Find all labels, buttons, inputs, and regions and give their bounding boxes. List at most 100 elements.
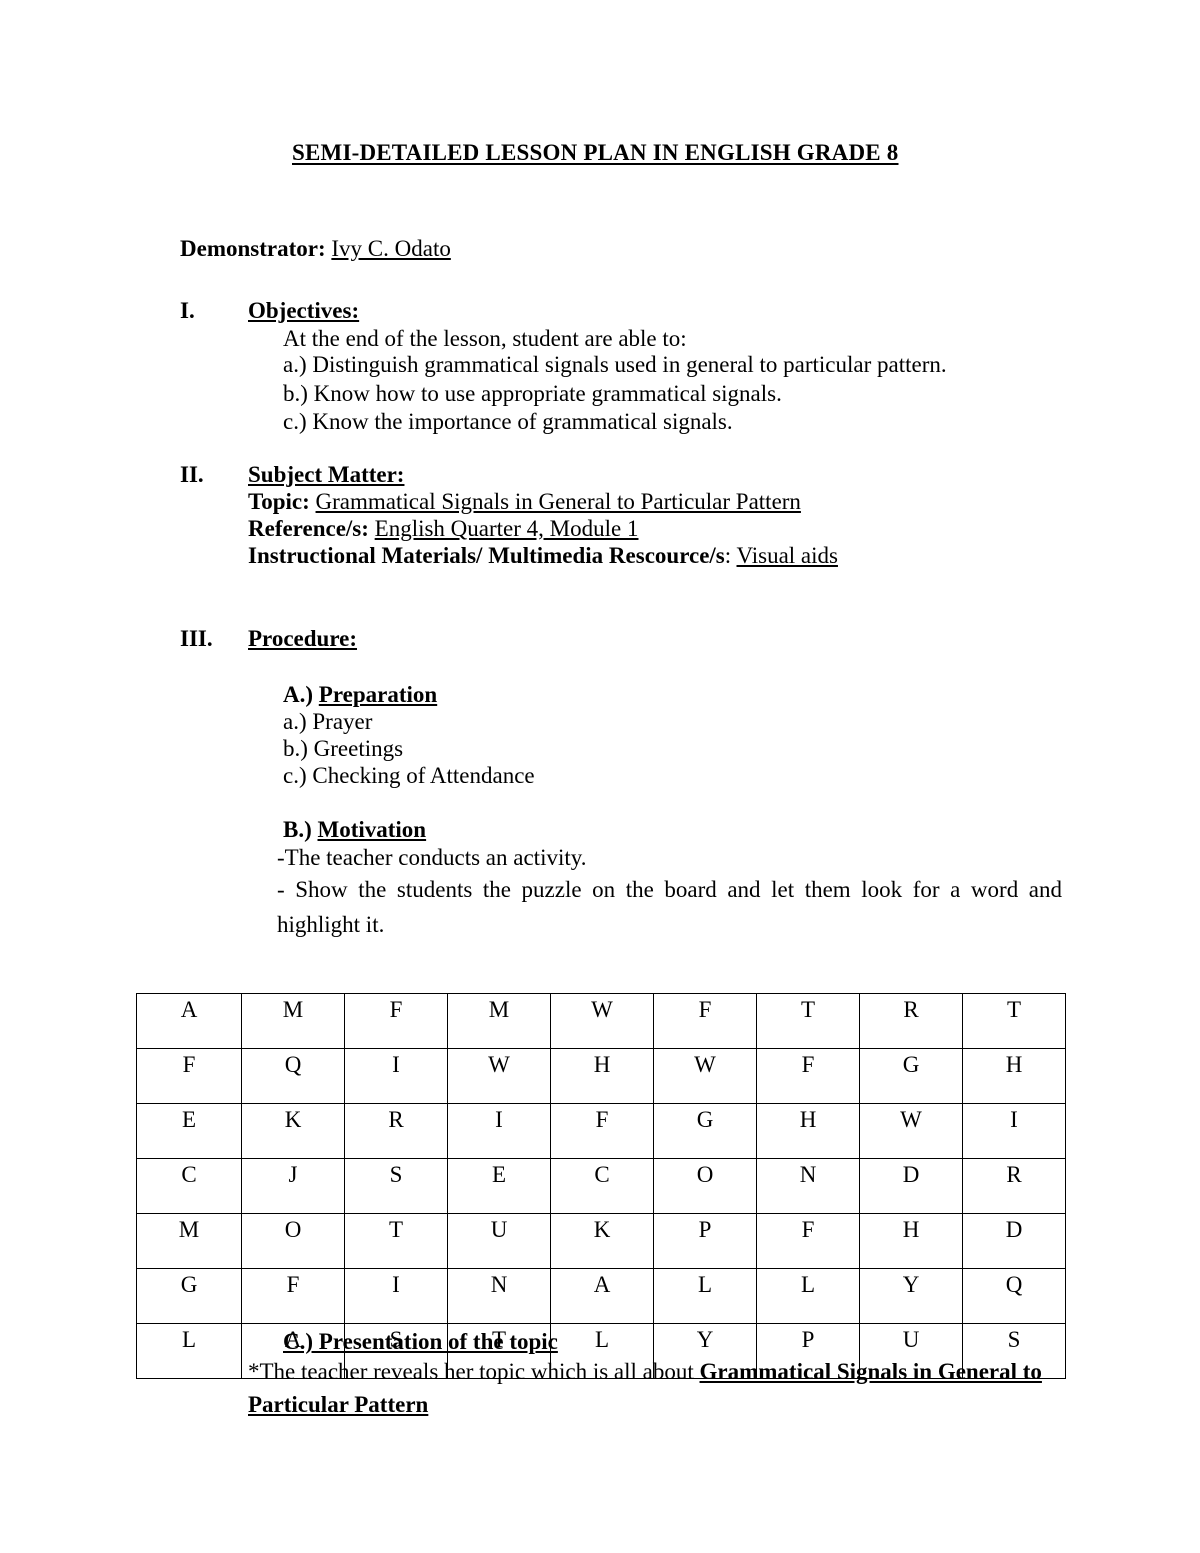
puzzle-cell[interactable]: C — [136, 1158, 242, 1214]
preparation-item-c: c.) Checking of Attendance — [283, 763, 535, 788]
section-numeral-objectives: I. — [180, 298, 195, 323]
puzzle-cell[interactable]: L — [653, 1268, 757, 1324]
puzzle-cell[interactable]: Q — [241, 1048, 345, 1104]
puzzle-cell[interactable]: R — [344, 1103, 448, 1159]
puzzle-cell[interactable]: J — [241, 1158, 345, 1214]
puzzle-cell[interactable]: L — [136, 1323, 242, 1379]
puzzle-cell[interactable]: T — [962, 993, 1066, 1049]
puzzle-cell[interactable]: T — [344, 1213, 448, 1269]
puzzle-cell[interactable]: H — [859, 1213, 963, 1269]
puzzle-cell[interactable]: R — [962, 1158, 1066, 1214]
puzzle-cell[interactable]: G — [653, 1103, 757, 1159]
demonstrator-name: Ivy C. Odato — [331, 236, 451, 261]
puzzle-cell[interactable]: H — [962, 1048, 1066, 1104]
puzzle-cell[interactable]: E — [136, 1103, 242, 1159]
puzzle-cell[interactable]: A — [550, 1268, 654, 1324]
preparation-item-b: b.) Greetings — [283, 736, 404, 761]
section-heading-procedure: Procedure: — [248, 626, 358, 651]
puzzle-cell[interactable]: K — [550, 1213, 654, 1269]
puzzle-cell[interactable]: E — [447, 1158, 551, 1214]
puzzle-cell[interactable]: F — [344, 993, 448, 1049]
section-heading-subject-matter: Subject Matter: — [248, 462, 405, 487]
presentation-paragraph: *The teacher reveals her topic which is … — [248, 1355, 1063, 1421]
puzzle-cell[interactable]: I — [447, 1103, 551, 1159]
puzzle-cell[interactable]: W — [859, 1103, 963, 1159]
puzzle-row: MOTUKPFHD — [136, 1213, 1066, 1269]
reference-value: English Quarter 4, Module 1 — [374, 516, 639, 541]
puzzle-cell[interactable]: K — [241, 1103, 345, 1159]
objectives-item-b: b.) Know how to use appropriate grammati… — [283, 381, 782, 406]
puzzle-cell[interactable]: I — [344, 1048, 448, 1104]
puzzle-cell[interactable]: I — [344, 1268, 448, 1324]
puzzle-cell[interactable]: F — [241, 1268, 345, 1324]
puzzle-cell[interactable]: M — [241, 993, 345, 1049]
puzzle-cell[interactable]: F — [756, 1213, 860, 1269]
puzzle-body: AMFMWFTRTFQIWHWFGHEKRIFGHWICJSECONDRMOTU… — [136, 993, 1066, 1379]
puzzle-cell[interactable]: N — [756, 1158, 860, 1214]
puzzle-row: GFINALLYQ — [136, 1268, 1066, 1324]
page-title: SEMI-DETAILED LESSON PLAN IN ENGLISH GRA… — [292, 140, 899, 165]
objectives-item-c: c.) Know the importance of grammatical s… — [283, 409, 733, 434]
motivation-line-1: -The teacher conducts an activity. — [277, 845, 587, 870]
lesson-plan-page: SEMI-DETAILED LESSON PLAN IN ENGLISH GRA… — [0, 0, 1200, 1553]
puzzle-cell[interactable]: C — [550, 1158, 654, 1214]
topic-label: Topic: — [248, 489, 310, 514]
topic-value: Grammatical Signals in General to Partic… — [315, 489, 801, 514]
puzzle-cell[interactable]: D — [859, 1158, 963, 1214]
puzzle-row: AMFMWFTRT — [136, 993, 1066, 1049]
puzzle-row: CJSECONDR — [136, 1158, 1066, 1214]
puzzle-cell[interactable]: M — [136, 1213, 242, 1269]
section-numeral-procedure: III. — [180, 626, 213, 651]
puzzle-row: FQIWHWFGH — [136, 1048, 1066, 1104]
puzzle-cell[interactable]: F — [136, 1048, 242, 1104]
puzzle-cell[interactable]: O — [653, 1158, 757, 1214]
puzzle-cell[interactable]: H — [550, 1048, 654, 1104]
puzzle-cell[interactable]: T — [756, 993, 860, 1049]
puzzle-cell[interactable]: A — [136, 993, 242, 1049]
puzzle-cell[interactable]: L — [756, 1268, 860, 1324]
puzzle-cell[interactable]: W — [550, 993, 654, 1049]
puzzle-cell[interactable]: P — [653, 1213, 757, 1269]
section-heading-objectives: Objectives: — [248, 298, 360, 323]
puzzle-cell[interactable]: W — [447, 1048, 551, 1104]
preparation-item-a: a.) Prayer — [283, 709, 373, 734]
puzzle-cell[interactable]: Y — [859, 1268, 963, 1324]
puzzle-cell[interactable]: M — [447, 993, 551, 1049]
presentation-heading: C.) Presentation of the topic — [283, 1329, 558, 1354]
puzzle-cell[interactable]: U — [447, 1213, 551, 1269]
preparation-letter: A.) — [283, 682, 314, 707]
puzzle-cell[interactable]: F — [653, 993, 757, 1049]
presentation-text-prefix: *The teacher reveals her topic which is … — [248, 1359, 700, 1384]
reference-label: Reference/s: — [248, 516, 369, 541]
materials-label: Instructional Materials/ Multimedia Resc… — [248, 543, 725, 568]
puzzle-cell[interactable]: F — [550, 1103, 654, 1159]
puzzle-cell[interactable]: I — [962, 1103, 1066, 1159]
puzzle-cell[interactable]: F — [756, 1048, 860, 1104]
section-numeral-subject-matter: II. — [180, 462, 204, 487]
puzzle-cell[interactable]: D — [962, 1213, 1066, 1269]
puzzle-cell[interactable]: R — [859, 993, 963, 1049]
objectives-intro: At the end of the lesson, student are ab… — [283, 326, 687, 351]
puzzle-cell[interactable]: W — [653, 1048, 757, 1104]
puzzle-cell[interactable]: G — [859, 1048, 963, 1104]
reference-line: Reference/s: English Quarter 4, Module 1 — [248, 516, 638, 542]
motivation-heading-line: B.) Motivation — [283, 816, 426, 843]
demonstrator-label: Demonstrator: — [180, 236, 326, 261]
preparation-heading: Preparation — [318, 682, 438, 707]
objectives-item-a: a.) Distinguish grammatical signals used… — [283, 352, 947, 377]
materials-value: Visual aids — [736, 543, 838, 568]
puzzle-cell[interactable]: S — [344, 1158, 448, 1214]
puzzle-cell[interactable]: O — [241, 1213, 345, 1269]
preparation-heading-line: A.) Preparation — [283, 681, 437, 708]
materials-line: Instructional Materials/ Multimedia Resc… — [248, 543, 838, 569]
puzzle-row: EKRIFGHWI — [136, 1103, 1066, 1159]
puzzle-cell[interactable]: G — [136, 1268, 242, 1324]
puzzle-cell[interactable]: N — [447, 1268, 551, 1324]
topic-line: Topic: Grammatical Signals in General to… — [248, 489, 801, 515]
materials-colon: : — [724, 543, 732, 568]
puzzle-cell[interactable]: H — [756, 1103, 860, 1159]
motivation-letter: B.) — [283, 817, 312, 842]
motivation-line-2: - Show the students the puzzle on the bo… — [277, 877, 1062, 937]
demonstrator-line: Demonstrator: Ivy C. Odato — [180, 235, 451, 262]
puzzle-cell[interactable]: Q — [962, 1268, 1066, 1324]
